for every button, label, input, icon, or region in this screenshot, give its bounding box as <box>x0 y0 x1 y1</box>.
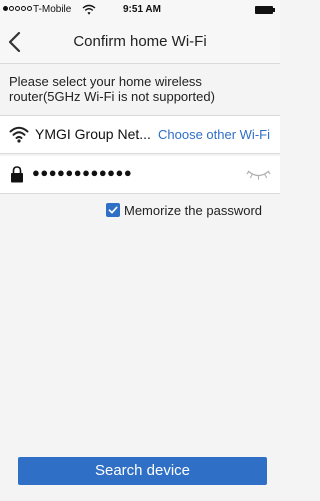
wifi-network-row: YMGI Group Net... Choose other Wi-Fi <box>0 116 280 153</box>
carrier-name: T-Mobile <box>33 4 72 15</box>
wifi-status-icon <box>82 4 96 15</box>
password-row[interactable]: ●●●●●●●●●●●● <box>0 156 280 193</box>
checkmark-icon <box>108 206 118 214</box>
page-title: Confirm home Wi-Fi <box>73 33 207 50</box>
signal-dot <box>15 6 20 11</box>
row-divider <box>0 153 280 154</box>
status-bar: T-Mobile 9:51 AM <box>0 0 280 20</box>
memorize-password-label[interactable]: Memorize the password <box>124 203 262 218</box>
lock-icon <box>11 166 23 183</box>
navigation-bar: Confirm home Wi-Fi <box>0 20 280 64</box>
status-time: 9:51 AM <box>123 4 161 15</box>
signal-dot <box>27 6 32 11</box>
signal-dot <box>3 6 8 11</box>
wifi-icon <box>9 126 29 143</box>
network-name: YMGI Group Net... <box>35 126 151 142</box>
signal-dot <box>9 6 14 11</box>
search-device-button[interactable]: Search device <box>18 457 267 485</box>
choose-other-wifi-link[interactable]: Choose other Wi-Fi <box>158 127 270 142</box>
back-chevron-icon[interactable] <box>4 28 28 56</box>
signal-dot <box>21 6 26 11</box>
row-divider <box>0 193 280 194</box>
instruction-text: Please select your home wireless router(… <box>9 74 215 104</box>
battery-icon <box>255 6 275 14</box>
checkbox-checked[interactable] <box>106 203 120 217</box>
password-field[interactable]: ●●●●●●●●●●●● <box>32 165 132 180</box>
show-password-eye-icon[interactable] <box>246 167 271 181</box>
nav-divider <box>0 63 280 64</box>
signal-strength-icon <box>3 6 32 11</box>
memorize-password-checkbox[interactable]: Memorize the password <box>106 202 262 218</box>
